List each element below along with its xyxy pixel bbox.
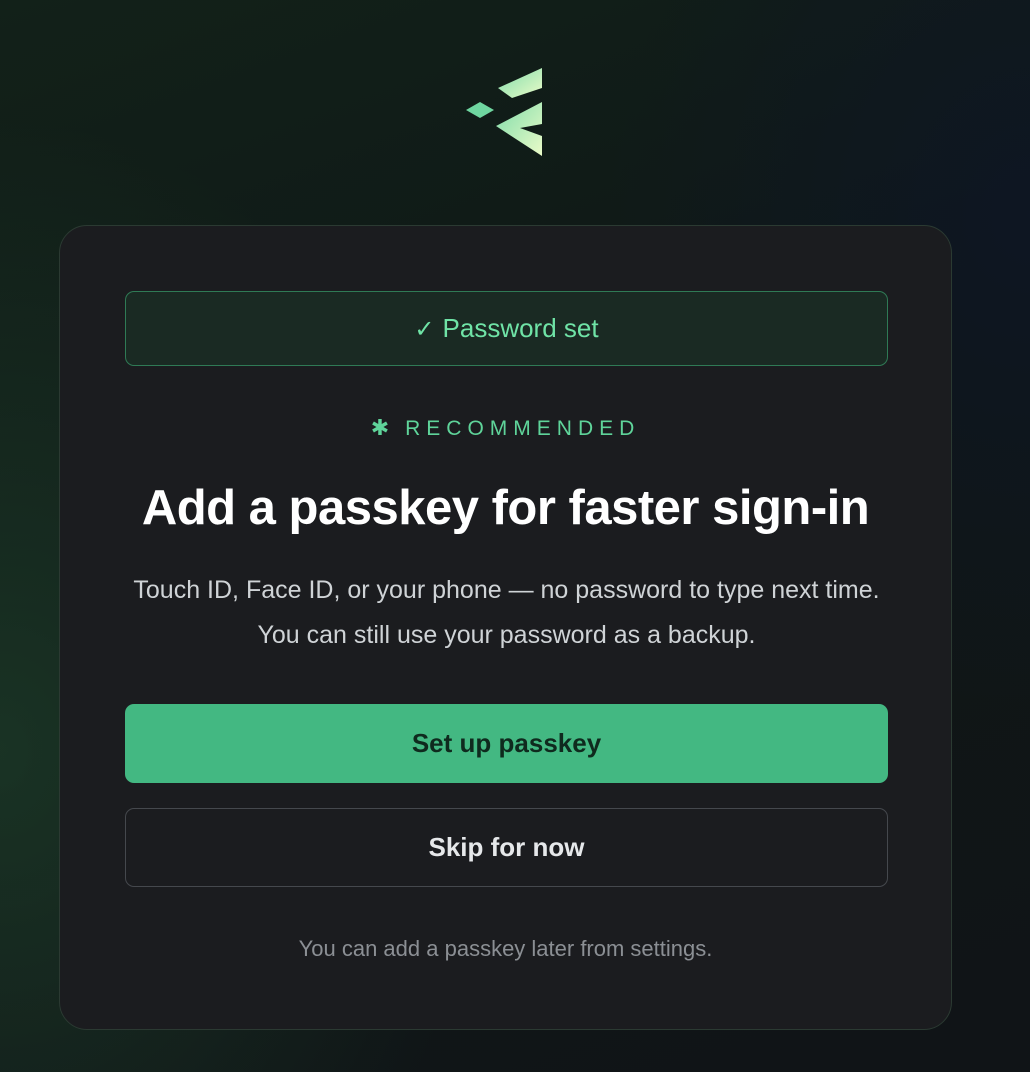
set-up-passkey-button[interactable]: Set up passkey — [125, 704, 888, 783]
page-title: Add a passkey for faster sign-in — [141, 481, 870, 535]
check-icon: ✓ — [414, 314, 435, 343]
password-set-label: Password set — [442, 313, 599, 343]
recommended-label: RECOMMENDED — [405, 416, 641, 440]
asterisk-icon: ✱ — [370, 416, 390, 441]
passkey-setup-card: ✓ Password set ✱ RECOMMENDED Add a passk… — [59, 225, 952, 1030]
recommended-eyebrow: ✱ RECOMMENDED — [60, 416, 951, 441]
skip-for-now-button[interactable]: Skip for now — [125, 808, 888, 887]
settings-footnote: You can add a passkey later from setting… — [298, 936, 713, 961]
page-description: Touch ID, Face ID, or your phone — no pa… — [133, 576, 880, 649]
app-logo-icon — [466, 68, 542, 156]
password-set-banner: ✓ Password set — [125, 291, 888, 366]
